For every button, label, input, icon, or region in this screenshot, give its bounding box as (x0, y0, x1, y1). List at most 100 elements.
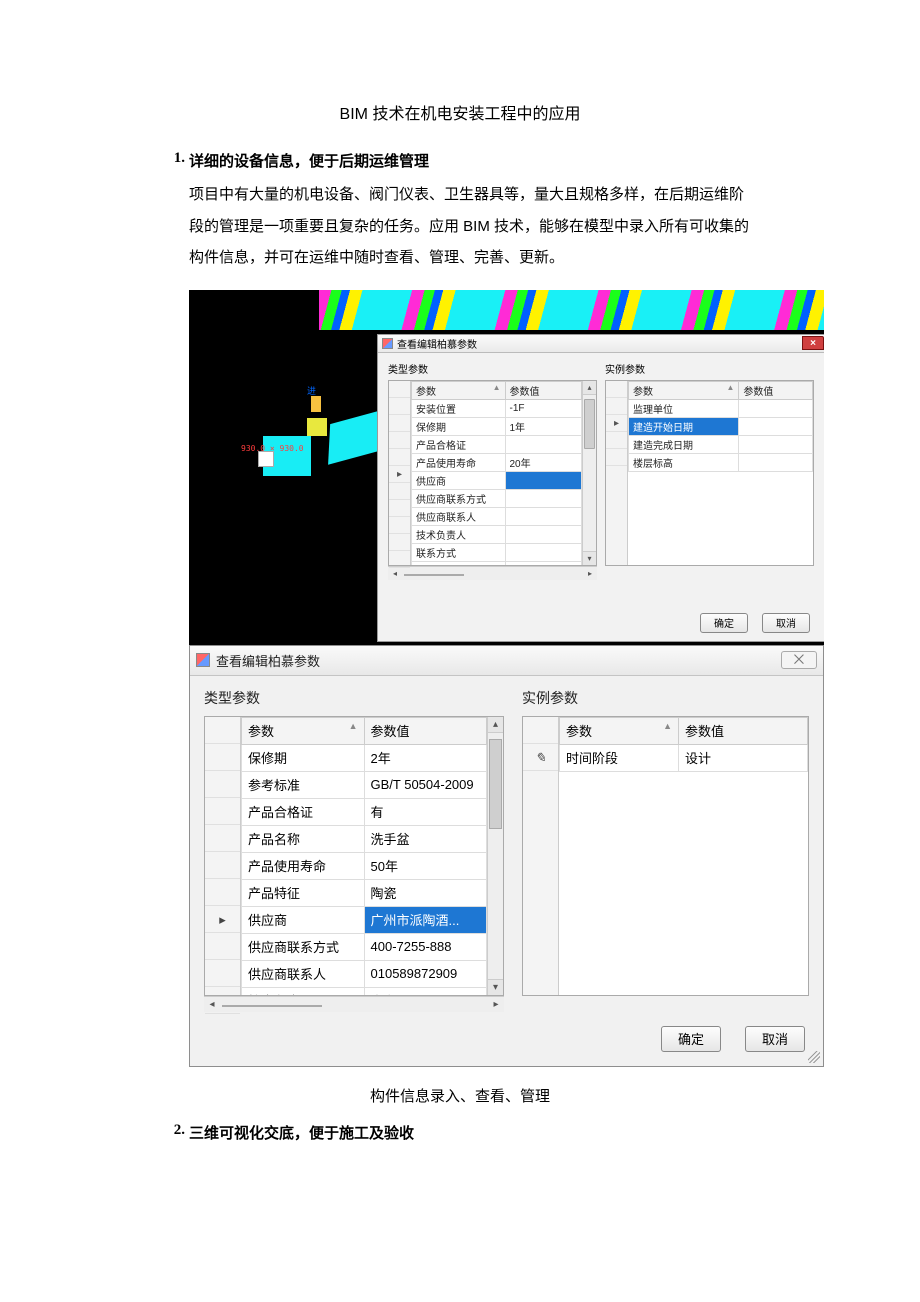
col-param[interactable]: 参数 (633, 387, 653, 398)
grid-row-selected[interactable]: 供应商 (412, 471, 582, 489)
instance-params-label: 实例参数 (605, 361, 814, 376)
sort-asc-icon[interactable]: ▲ (349, 721, 358, 731)
col-value[interactable]: 参数值 (679, 717, 808, 744)
model-checkbox-icon (258, 451, 274, 467)
scroll-left-icon[interactable]: ◂ (388, 569, 402, 578)
type-params-grid[interactable]: ▸ 参数▲ 参数值 安装位置-1F 保修期1年 产品合格证 产品使用 (388, 380, 597, 566)
vertical-scrollbar[interactable]: ▴ ▾ (487, 717, 503, 995)
sort-asc-icon[interactable]: ▲ (726, 383, 734, 392)
model-marker-2 (311, 396, 321, 412)
grid-row[interactable]: 产品使用寿命50年 (242, 852, 487, 879)
sort-asc-icon[interactable]: ▲ (663, 721, 672, 731)
type-params-grid[interactable]: ▸ 参数 ▲ 参数值 保修期2年 参考标准GB/T 50504-2009 产品合格… (204, 716, 504, 996)
grid-row[interactable]: 保修期2年 (242, 744, 487, 771)
row-header-col: ▸ (205, 717, 241, 995)
grid-row[interactable]: 时间阶段设计 (560, 744, 808, 771)
row-header-col: ▸ (606, 381, 628, 565)
scroll-up-icon[interactable]: ▴ (488, 717, 503, 733)
grid-row[interactable]: 技术负责人李东 (242, 987, 487, 995)
scroll-right-icon[interactable]: ▸ (583, 569, 597, 578)
grid-row[interactable]: 保修期1年 (412, 417, 582, 435)
col-value[interactable]: 参数值 (364, 717, 487, 744)
close-button[interactable]: ⨉ (781, 651, 817, 669)
col-param[interactable]: 参数 (248, 724, 274, 739)
scroll-down-icon[interactable]: ▾ (488, 979, 503, 995)
dimension-annotation: 930.0 × 930.0 (241, 444, 304, 453)
grid-row-selected[interactable]: 建造开始日期 (629, 417, 813, 435)
model-ducts-top (319, 290, 824, 330)
cancel-button[interactable]: 取消 (762, 613, 810, 633)
section-1-body: 项目中有大量的机电设备、阀门仪表、卫生器具等，量大且规格多样，在后期运维阶段的管… (189, 179, 755, 274)
row-header-col: ✎ (523, 717, 559, 995)
big-dialog-titlebar[interactable]: 查看编辑柏慕参数 ⨉ (190, 646, 823, 676)
instance-params-label: 实例参数 (522, 688, 809, 708)
section-1: 1. 详细的设备信息，便于后期运维管理 (165, 150, 755, 171)
doc-title: BIM 技术在机电安装工程中的应用 (165, 100, 755, 124)
big-dialog-title: 查看编辑柏慕参数 (216, 651, 320, 670)
grid-row[interactable]: 产品合格证 (412, 435, 582, 453)
sort-asc-icon[interactable]: ▲ (493, 383, 501, 392)
section-1-heading: 详细的设备信息，便于后期运维管理 (189, 150, 429, 171)
grid-row[interactable]: 供应商联系人 (412, 507, 582, 525)
scroll-thumb[interactable] (489, 739, 502, 829)
grid-row[interactable]: 供应商联系方式400-7255-888 (242, 933, 487, 960)
scroll-right-icon[interactable]: ▸ (488, 999, 504, 1010)
col-value[interactable]: 参数值 (739, 381, 813, 399)
row-selected-marker: ▸ (606, 415, 627, 432)
grid-row[interactable]: 楼层标高 (629, 453, 813, 471)
section-2-number: 2. (165, 1122, 189, 1143)
edit-params-mini-dialog[interactable]: 查看编辑柏慕参数 × 类型参数 ▸ 参数 ▲ (377, 334, 824, 642)
col-param[interactable]: 参数 (566, 724, 592, 739)
close-button[interactable]: × (802, 336, 824, 350)
scroll-up-icon[interactable]: ▴ (583, 381, 596, 395)
instance-params-grid[interactable]: ✎ 参数 ▲ 参数值 时间阶段设计 (522, 716, 809, 996)
row-edit-marker: ✎ (523, 744, 558, 771)
figure-caption: 构件信息录入、查看、管理 (165, 1085, 755, 1106)
grid-row[interactable]: 供应商联系方式 (412, 489, 582, 507)
grid-row[interactable]: 设备负责人 (412, 561, 582, 565)
grid-row[interactable]: 安装位置-1F (412, 399, 582, 417)
grid-header-row[interactable]: 参数 ▲ 参数值 (629, 381, 813, 399)
vertical-scrollbar[interactable]: ▴ ▾ (582, 381, 596, 565)
section-1-number: 1. (165, 150, 189, 171)
scroll-down-icon[interactable]: ▾ (583, 551, 596, 565)
horizontal-scrollbar[interactable]: ◂ ▸ (204, 996, 504, 1012)
hscroll-thumb[interactable] (404, 574, 464, 576)
grid-row[interactable]: 产品特征陶瓷 (242, 879, 487, 906)
row-selected-marker: ▸ (205, 906, 240, 933)
col-value[interactable]: 参数值 (505, 381, 582, 399)
mini-dialog-titlebar[interactable]: 查看编辑柏慕参数 × (378, 335, 824, 353)
model-viewer[interactable]: 930.0 × 930.0 进 查看编辑柏慕参数 × 类型参数 ▸ (189, 290, 824, 645)
grid-row[interactable]: 产品使用寿命20年 (412, 453, 582, 471)
resize-grip-icon[interactable] (808, 1051, 820, 1063)
instance-params-grid[interactable]: ▸ 参数 ▲ 参数值 监理单位 建造开始日期 建造完成日期 楼层标高 (605, 380, 814, 566)
type-params-label: 类型参数 (388, 361, 597, 376)
app-icon (382, 338, 393, 349)
col-param[interactable]: 参数 (416, 387, 436, 398)
row-header-col: ▸ (389, 381, 411, 565)
edit-params-big-dialog[interactable]: 查看编辑柏慕参数 ⨉ 类型参数 ▸ 参数 ▲ 参数值 (189, 645, 824, 1067)
horizontal-scrollbar[interactable]: ◂ ▸ (388, 566, 597, 580)
scroll-thumb[interactable] (584, 399, 595, 449)
hscroll-thumb[interactable] (222, 1005, 322, 1007)
grid-header-row[interactable]: 参数 ▲ 参数值 (560, 717, 808, 744)
ok-button[interactable]: 确定 (661, 1026, 721, 1052)
type-params-label: 类型参数 (204, 688, 504, 708)
grid-row[interactable]: 产品名称洗手盆 (242, 825, 487, 852)
grid-row[interactable]: 产品合格证有 (242, 798, 487, 825)
model-marker-1 (307, 418, 327, 436)
app-icon (196, 653, 210, 667)
ok-button[interactable]: 确定 (700, 613, 748, 633)
grid-header-row[interactable]: 参数 ▲ 参数值 (242, 717, 487, 744)
scroll-left-icon[interactable]: ◂ (204, 999, 220, 1010)
grid-row[interactable]: 建造完成日期 (629, 435, 813, 453)
grid-row[interactable]: 技术负责人 (412, 525, 582, 543)
cancel-button[interactable]: 取消 (745, 1026, 805, 1052)
grid-row[interactable]: 参考标准GB/T 50504-2009 (242, 771, 487, 798)
mini-dialog-title: 查看编辑柏慕参数 (397, 336, 477, 351)
grid-row-selected[interactable]: 供应商广州市派陶酒... (242, 906, 487, 933)
grid-row[interactable]: 供应商联系人010589872909 (242, 960, 487, 987)
grid-row[interactable]: 监理单位 (629, 399, 813, 417)
grid-row[interactable]: 联系方式 (412, 543, 582, 561)
grid-header-row[interactable]: 参数 ▲ 参数值 (412, 381, 582, 399)
